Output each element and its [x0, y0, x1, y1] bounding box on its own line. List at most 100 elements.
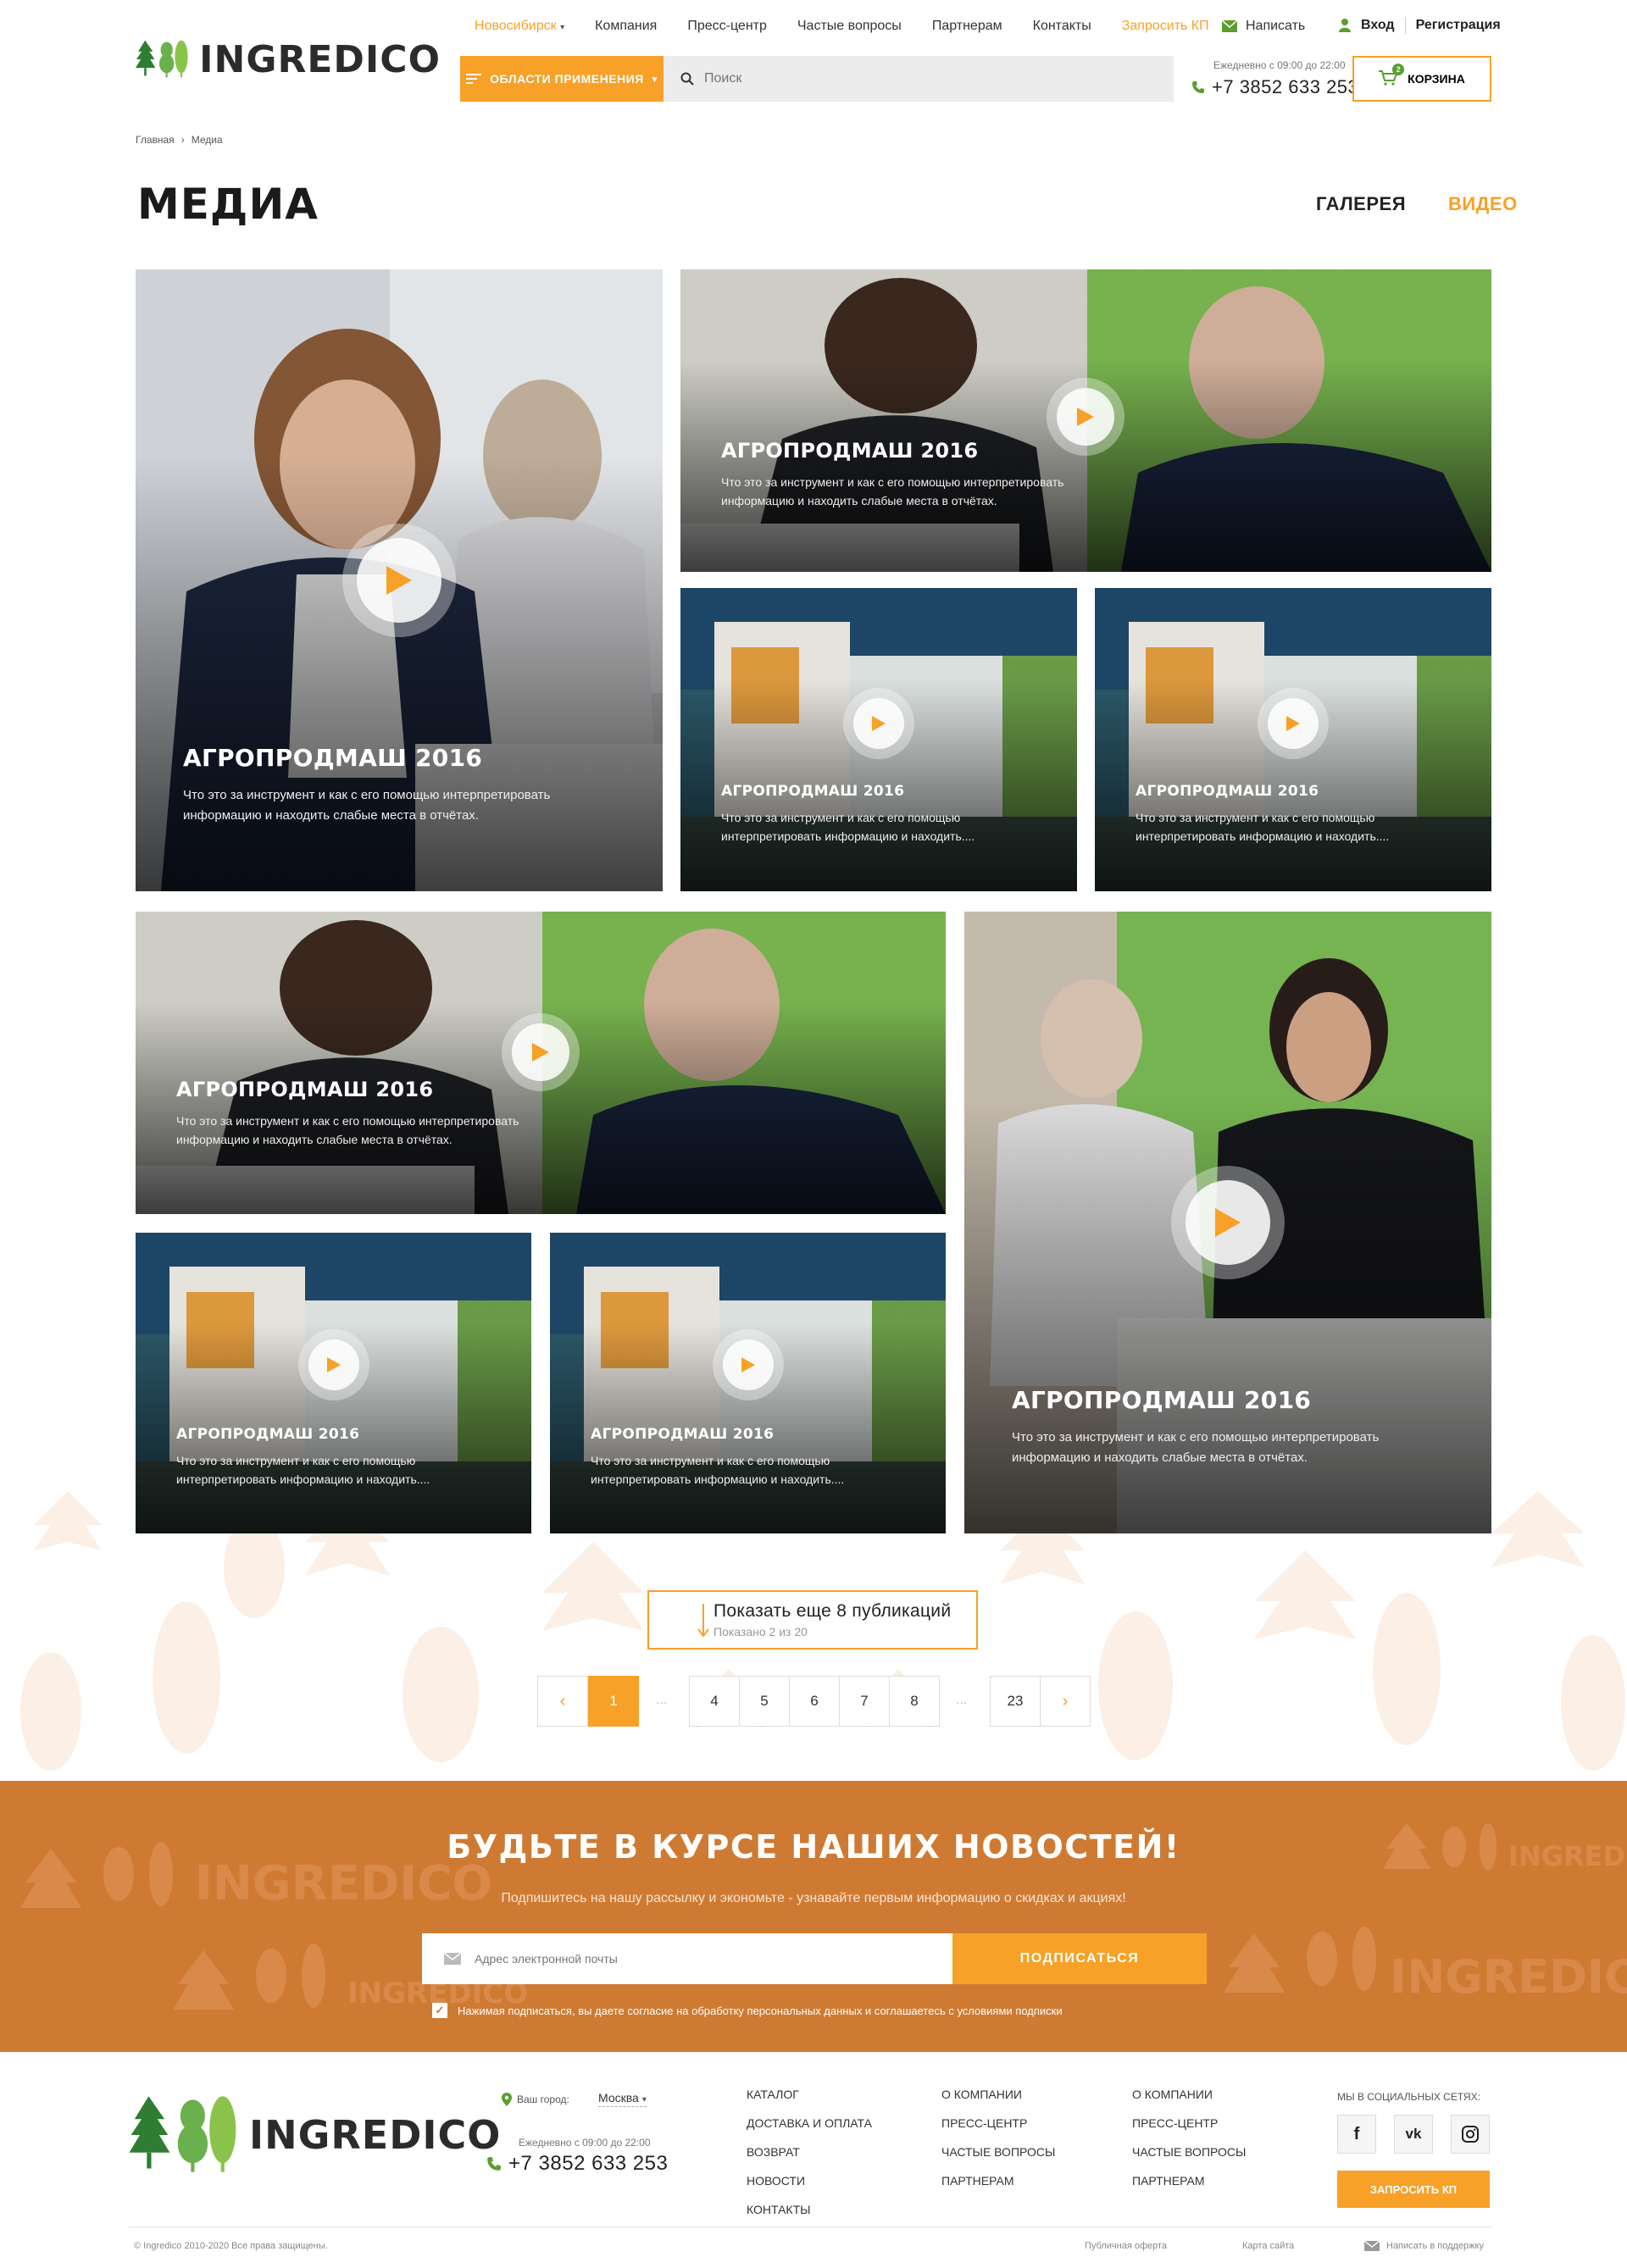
video-card[interactable]: АГРОПРОДМАШ 2016 Что это за инструмент и…	[680, 588, 1077, 891]
card-description: Что это за инструмент и как с его помощь…	[1136, 811, 1390, 844]
footer-city-label: Ваш город:	[502, 2093, 569, 2106]
footer-link[interactable]: КОНТАКТЫ	[747, 2203, 872, 2216]
card-title: АГРОПРОДМАШ 2016	[176, 1078, 434, 1101]
footer-link[interactable]: НОВОСТИ	[747, 2174, 872, 2188]
video-card[interactable]: АГРОПРОДМАШ 2016 Что это за инструмент и…	[1095, 588, 1491, 891]
pagination-page[interactable]: 5	[739, 1676, 790, 1727]
video-card[interactable]: АГРОПРОДМАШ 2016 Что это за инструмент и…	[136, 912, 946, 1214]
consent-text: Нажимая подписаться, вы даете согласие н…	[458, 2004, 1063, 2017]
envelope-icon	[1222, 20, 1237, 32]
footer-link[interactable]: ПРЕСС-ЦЕНТР	[941, 2116, 1055, 2130]
play-button[interactable]	[298, 1329, 369, 1400]
city-selector[interactable]: Новосибирск ▾	[475, 19, 564, 34]
support-link[interactable]: Написать в поддержку	[1364, 2241, 1484, 2251]
tab-video[interactable]: ВИДЕО	[1448, 193, 1518, 215]
card-caption: АГРОПРОДМАШ 2016 Что это за инструмент и…	[183, 744, 581, 826]
phone-number[interactable]: +7 3852 633 253	[1191, 76, 1358, 98]
footer-link[interactable]: О КОМПАНИИ	[941, 2088, 1055, 2101]
work-hours: Ежедневно с 09:00 до 22:00	[1213, 59, 1346, 71]
card-description: Что это за инструмент и как с его помощь…	[176, 1114, 519, 1147]
play-button[interactable]	[713, 1329, 784, 1400]
card-title: АГРОПРОДМАШ 2016	[591, 1426, 775, 1443]
card-caption: АГРОПРОДМАШ 2016 Что это за инструмент и…	[176, 1426, 507, 1489]
footer-link[interactable]: О КОМПАНИИ	[1132, 2088, 1246, 2101]
pagination-next[interactable]: ›	[1040, 1676, 1091, 1727]
nav-partners[interactable]: Партнерам	[932, 19, 1002, 34]
video-card[interactable]: АГРОПРОДМАШ 2016 Что это за инструмент и…	[136, 269, 663, 891]
subscribe-button[interactable]: ПОДПИСАТЬСЯ	[952, 1933, 1207, 1984]
pagination-prev[interactable]: ‹	[537, 1676, 588, 1727]
pagination-page[interactable]: 6	[789, 1676, 840, 1727]
play-icon	[1215, 1208, 1241, 1237]
pagination-page[interactable]: 7	[839, 1676, 890, 1727]
search-bar	[664, 56, 1174, 102]
card-title: АГРОПРОДМАШ 2016	[721, 439, 979, 463]
footer-logo[interactable]: INGREDICO	[129, 2091, 501, 2179]
register-link[interactable]: Регистрация	[1416, 18, 1501, 33]
pagination-page-current[interactable]: 1	[588, 1676, 639, 1727]
card-title: АГРОПРОДМАШ 2016	[176, 1426, 360, 1443]
application-areas-button[interactable]: Области применения ▾	[460, 56, 664, 102]
video-card[interactable]: АГРОПРОДМАШ 2016 Что это за инструмент и…	[680, 269, 1491, 572]
instagram-icon[interactable]	[1451, 2115, 1490, 2154]
footer-link[interactable]: ДОСТАВКА И ОПЛАТА	[747, 2116, 872, 2130]
footer-link[interactable]: ПАРТНЕРАМ	[1132, 2174, 1246, 2188]
show-more-button[interactable]: Показать еще 8 публикаций Показано 2 из …	[647, 1590, 978, 1650]
page-title: МЕДИА	[137, 180, 319, 229]
footer-phone[interactable]: +7 3852 633 253	[486, 2152, 668, 2176]
footer-link[interactable]: ВОЗВРАТ	[747, 2145, 872, 2159]
site-logo[interactable]: INGREDICO	[136, 17, 441, 102]
envelope-icon	[1364, 2241, 1380, 2251]
footer-city-selector[interactable]: Москва ▾	[598, 2091, 647, 2107]
search-input[interactable]	[704, 71, 1145, 86]
tab-gallery[interactable]: ГАЛЕРЕЯ	[1316, 193, 1406, 215]
breadcrumb-home[interactable]: Главная	[136, 134, 175, 146]
nav-faq[interactable]: Частые вопросы	[797, 19, 902, 34]
play-icon-bg	[1057, 388, 1114, 446]
chevron-down-icon: ▾	[560, 23, 565, 32]
play-icon	[872, 716, 886, 731]
vk-icon[interactable]: vk	[1394, 2115, 1433, 2154]
consent-checkbox[interactable]: ✓	[432, 2003, 447, 2018]
video-card[interactable]: АГРОПРОДМАШ 2016 Что это за инструмент и…	[550, 1233, 946, 1533]
card-description: Что это за инструмент и как с его помощь…	[176, 1454, 430, 1487]
phone-icon	[1192, 81, 1204, 93]
nav-contacts[interactable]: Контакты	[1033, 19, 1091, 34]
play-icon-bg	[512, 1023, 569, 1081]
play-icon-bg	[1186, 1180, 1270, 1265]
video-card[interactable]: АГРОПРОДМАШ 2016 Что это за инструмент и…	[136, 1233, 531, 1533]
play-icon-bg	[308, 1339, 359, 1390]
nav-company[interactable]: Компания	[595, 19, 657, 34]
user-icon	[1339, 19, 1351, 32]
request-kp-link[interactable]: Запросить КП	[1122, 19, 1209, 34]
pagination-page[interactable]: 8	[889, 1676, 940, 1727]
footer-link[interactable]: ПРЕСС-ЦЕНТР	[1132, 2116, 1246, 2130]
play-button[interactable]	[1171, 1166, 1285, 1279]
sitemap-link[interactable]: Карта сайта	[1242, 2241, 1294, 2251]
facebook-icon[interactable]: f	[1337, 2115, 1376, 2154]
public-offer-link[interactable]: Публичная оферта	[1085, 2241, 1167, 2251]
footer-link[interactable]: КАТАЛОГ	[747, 2088, 872, 2101]
play-button[interactable]	[1258, 688, 1329, 759]
pagination-page[interactable]: 23	[990, 1676, 1041, 1727]
footer-request-kp-button[interactable]: ЗАПРОСИТЬ КП	[1337, 2171, 1490, 2208]
play-button[interactable]	[342, 524, 456, 637]
subscribe-description: Подпишитесь на нашу рассылку и экономьте…	[501, 1891, 1126, 1905]
footer-link[interactable]: ЧАСТЫЕ ВОПРОСЫ	[1132, 2145, 1246, 2159]
email-field[interactable]	[475, 1952, 932, 1966]
video-card[interactable]: АГРОПРОДМАШ 2016 Что это за инструмент и…	[964, 912, 1491, 1533]
play-button[interactable]	[843, 688, 914, 759]
footer-link[interactable]: ЧАСТЫЕ ВОПРОСЫ	[941, 2145, 1055, 2159]
pagination-page[interactable]: 4	[689, 1676, 740, 1727]
login-link[interactable]: Вход	[1361, 18, 1395, 33]
play-icon-bg	[723, 1339, 774, 1390]
copyright: © Ingredico 2010-2020 Все права защищены…	[134, 2241, 328, 2251]
cart-count-badge: 2	[1392, 63, 1405, 75]
card-description: Что это за инструмент и как с его помощь…	[721, 811, 975, 844]
footer-link[interactable]: ПАРТНЕРАМ	[941, 2174, 1055, 2188]
write-link[interactable]: Написать	[1222, 19, 1305, 34]
card-description: Что это за инструмент и как с его помощь…	[183, 788, 551, 823]
nav-press-center[interactable]: Пресс-центр	[687, 19, 767, 34]
card-title: АГРОПРОДМАШ 2016	[1012, 1386, 1312, 1414]
cart-button[interactable]: 2 КОРЗИНА	[1352, 56, 1491, 102]
